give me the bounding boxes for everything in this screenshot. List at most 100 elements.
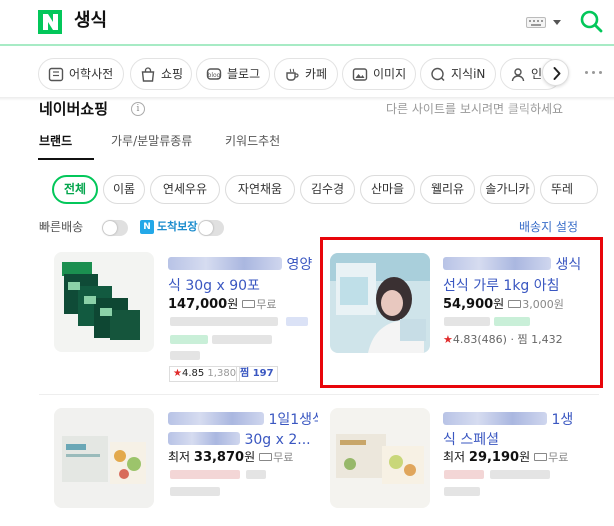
other-sites-prefix: 다른 사이트를 보시려면 [386,102,508,116]
sub-tab-keyword[interactable]: 키워드추천 [225,132,280,150]
filter-chip[interactable]: 자연채움 [225,175,295,204]
truck-icon [534,453,548,461]
product-thumbnail[interactable] [330,408,430,508]
arrival-guarantee-label: 도착보장 [157,220,198,233]
highlight-box [320,237,603,388]
product-image [330,408,430,508]
redacted-text [490,470,550,479]
redacted-text [444,470,484,479]
product-title-line2[interactable]: 식 30g x 90포 [168,276,320,297]
redacted-text [170,487,220,496]
product-title[interactable]: 영양 [168,255,320,276]
sub-tab-indicator [38,158,94,160]
tab-dictionary[interactable]: 어학사전 [38,58,124,90]
dictionary-icon [48,67,64,82]
tab-shopping[interactable]: 쇼핑 [130,58,192,90]
other-sites-link[interactable]: 클릭 [508,102,530,116]
sub-tab-powder-type[interactable]: 가루/분말류종류 [111,132,192,150]
shipping-fee: 무료 [256,298,277,311]
price-unit: 원 [244,450,256,464]
tab-blog[interactable]: blog 블로그 [196,58,270,90]
chevron-right-icon [553,67,561,80]
zzim-label: 찜 [240,368,250,379]
filter-chip[interactable]: 이롬 [103,175,145,204]
tab-cafe[interactable]: 카페 [274,58,338,90]
product-title-part: 1일1생식 [268,412,318,428]
redacted-text [246,470,266,479]
filter-chip[interactable]: 뚜레 [540,175,598,204]
filter-chip[interactable]: 산마을 [360,175,415,204]
product-image [54,252,154,352]
filter-chip[interactable]: 연세우유 [150,175,220,204]
shipping-address-setting-link[interactable]: 배송지 설정 [519,219,578,235]
tab-kin[interactable]: 지식iN [420,58,496,90]
delivery-filter-row: 빠른배송 N 도착보장 [39,218,579,238]
blog-icon: blog [206,68,222,80]
more-icon[interactable] [585,71,603,75]
other-sites-suffix: 하세요 [529,102,564,116]
product-title[interactable]: 1일1생식 [168,410,318,431]
keyboard-icon[interactable] [526,17,546,28]
product-title-line2[interactable]: 식 스페셜 [443,430,593,451]
arrival-badge-icon: N [140,220,154,234]
filter-chip[interactable]: 솔가니카 [480,175,535,204]
product-thumbnail[interactable] [54,408,154,508]
price-prefix: 최저 [168,450,194,464]
person-icon [511,68,525,82]
tab-label: 카페 [305,67,328,81]
row-divider [39,394,599,395]
tab-label: 이미지 [373,67,407,81]
shipping-fee: 무료 [273,451,294,464]
product-title-line2[interactable]: 30g x 2... [168,430,318,451]
other-sites-notice: 다른 사이트를 보시려면 클릭하세요 [386,101,563,117]
product-price-row: 147,000원 무료 [168,296,277,313]
rating-badge: ★4.85 1,380 [169,366,241,382]
naver-logo[interactable] [38,10,62,34]
zzim-count: 197 [252,368,274,379]
arrival-guarantee-toggle[interactable] [198,220,224,236]
shopping-bag-icon [141,67,155,82]
question-icon [431,67,445,82]
product-title-part: 1생 [551,412,574,428]
search-icon[interactable] [579,9,603,33]
tab-label: 어학사전 [69,67,114,81]
redacted-text [212,335,272,344]
search-query-input[interactable]: 생식 [74,10,107,32]
zzim-badge: 찜 197 [236,366,278,382]
redacted-text [170,317,278,326]
tabs-next-button[interactable] [542,59,569,86]
price-prefix: 최저 [443,450,469,464]
sub-tab-brand[interactable]: 브랜드 [39,132,72,150]
filter-chip-all[interactable]: 전체 [52,175,98,204]
redacted-text [286,317,308,326]
fast-delivery-label: 빠른배송 [39,220,84,234]
product-price: 29,190 [468,450,520,465]
tab-image[interactable]: 이미지 [342,58,416,90]
redacted-text [170,351,200,360]
product-title[interactable]: 1생 [443,410,593,431]
info-icon[interactable]: i [131,102,145,116]
search-tabs: 어학사전 쇼핑 blog 블로그 카페 이미지 지식iN 인 [0,50,614,96]
redacted-badge [170,335,208,344]
caret-down-icon[interactable] [553,20,561,25]
truck-icon [242,300,256,308]
tab-label: 쇼핑 [161,67,184,81]
price-unit: 원 [227,297,239,311]
product-thumbnail[interactable] [54,252,154,352]
tab-label: 인 [531,67,543,81]
product-price-row: 최저 29,190원 무료 [443,449,568,466]
product-price: 147,000 [168,297,228,312]
tab-label: 블로그 [227,67,261,81]
rating-value: 4.85 [181,368,205,379]
product-title-part: 영양 [286,257,313,273]
filter-chip[interactable]: 김수경 [300,175,355,204]
review-count: 1,380 [207,368,237,379]
svg-text:blog: blog [208,72,221,79]
tab-label: 지식iN [451,67,486,81]
header-divider [0,44,614,46]
redacted-text [444,487,480,496]
product-price: 33,870 [193,450,245,465]
filter-chip[interactable]: 웰리유 [420,175,475,204]
star-icon: ★ [173,368,182,379]
fast-delivery-toggle[interactable] [102,220,128,236]
